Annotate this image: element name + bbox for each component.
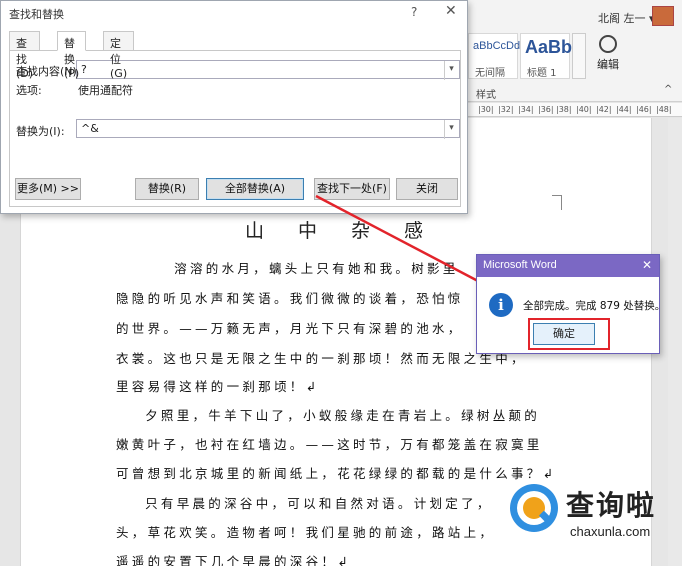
watermark-logo-icon <box>510 484 558 532</box>
message-title: Microsoft Word <box>483 259 557 271</box>
watermark-domain: chaxunla.com <box>570 524 651 539</box>
message-text: 全部完成。完成 879 处替换。 <box>523 300 666 312</box>
watermark-name: 查询啦 <box>566 489 657 522</box>
message-titlebar[interactable]: Microsoft Word ✕ <box>477 255 659 277</box>
info-icon: i <box>489 293 513 317</box>
ok-highlight-box <box>528 318 610 350</box>
close-icon[interactable]: ✕ <box>642 258 652 272</box>
